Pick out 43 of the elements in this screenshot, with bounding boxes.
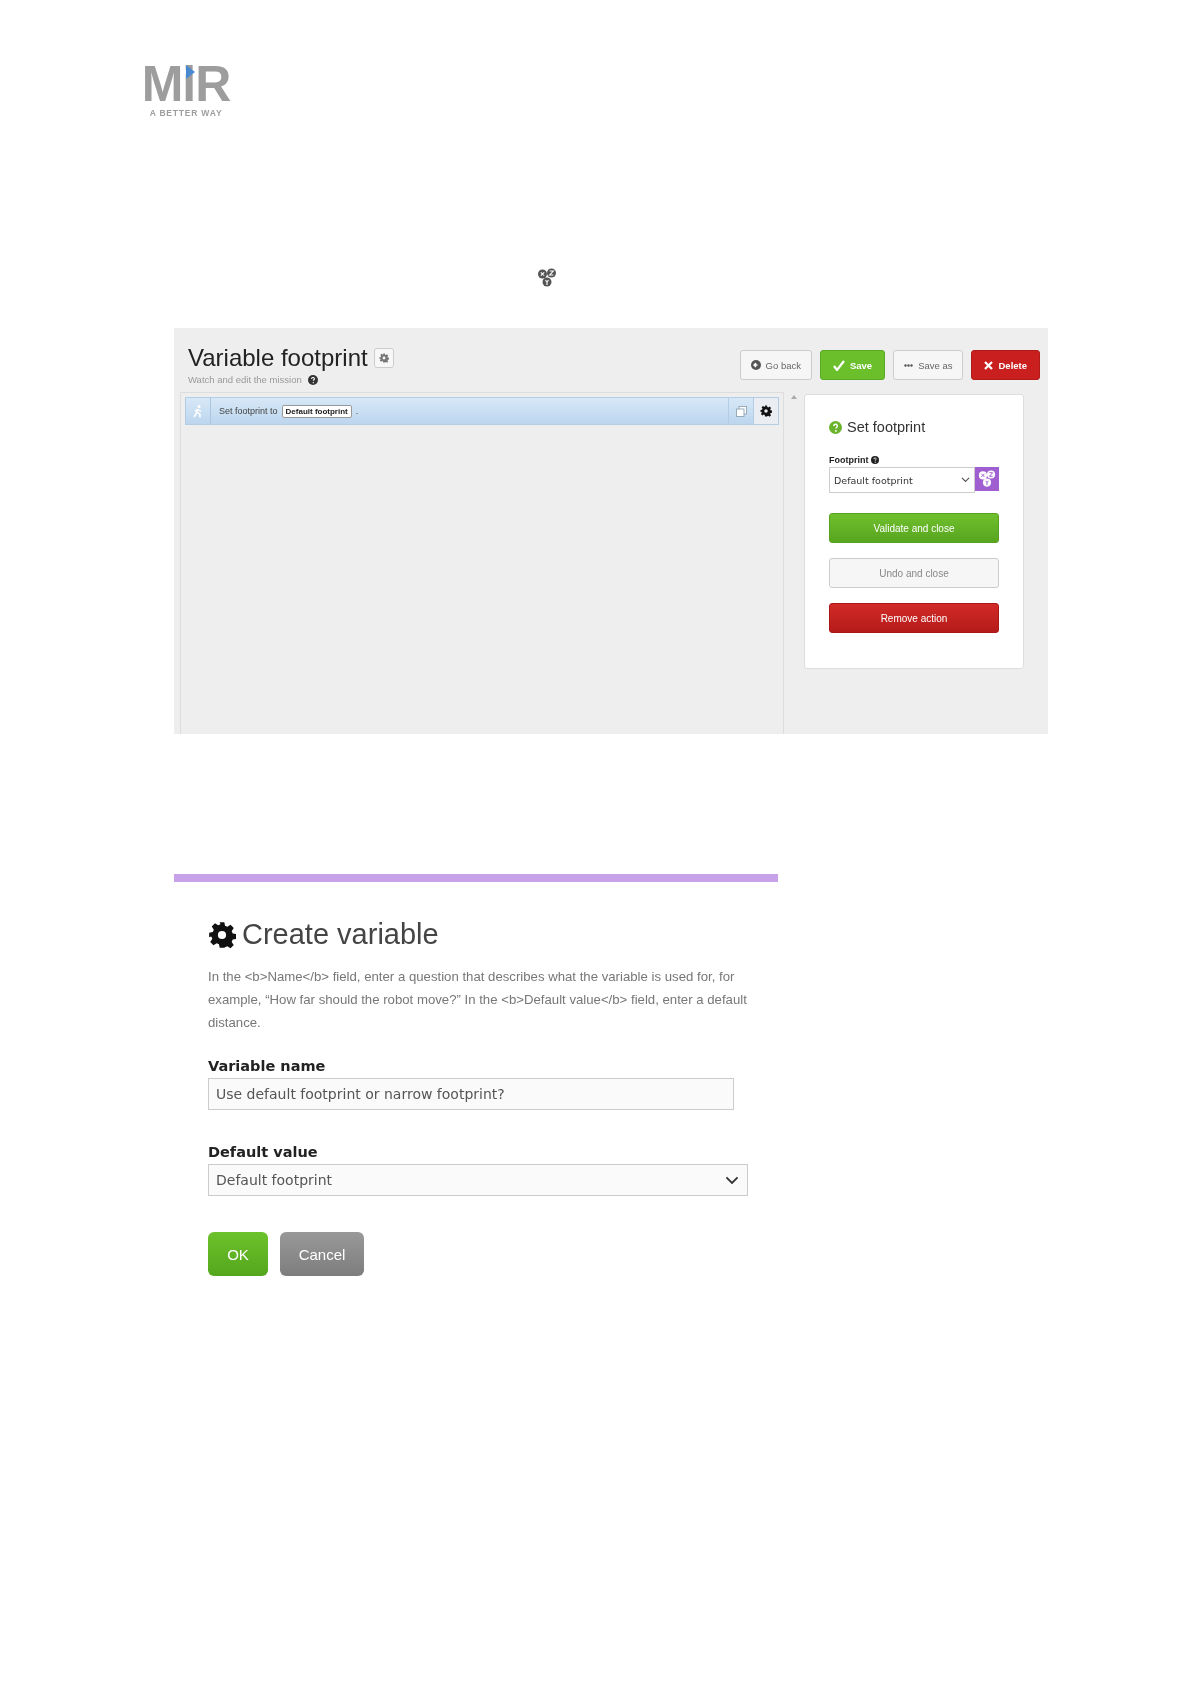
walking-figure-icon [193, 404, 203, 418]
save-as-button[interactable]: Save as [893, 350, 964, 380]
action-text: Set footprint to [219, 406, 278, 416]
help-icon [307, 374, 318, 385]
mission-title: Variable footprint [188, 344, 368, 372]
action-row[interactable]: Set footprint to Default footprint . [185, 397, 779, 425]
field-label: Default value [208, 1144, 319, 1160]
gear-icon [208, 920, 236, 949]
undo-button[interactable]: Undo and close [829, 558, 999, 588]
field-label: Variable name [208, 1058, 327, 1074]
mission-subtitle: Watch and edit the mission [188, 374, 302, 385]
check-icon [832, 359, 845, 371]
help-icon [829, 420, 842, 434]
field-label: Footprint [829, 455, 869, 465]
settings-icon [378, 353, 389, 363]
close-icon [984, 360, 994, 370]
logo: MiR [141, 62, 231, 106]
remove-button[interactable]: Remove action [829, 603, 999, 633]
input-field[interactable]: Use default footprint or narrow footprint? [208, 1078, 734, 1110]
help-icon [870, 456, 879, 464]
chevron-down-icon [961, 477, 970, 483]
logo-tagline: A BETTER WAY [149, 108, 223, 118]
chevron-down-icon [725, 1175, 739, 1185]
cancel-button[interactable]: Cancel [280, 1232, 364, 1276]
settings-icon [760, 405, 772, 417]
dialog-description: In the <b>Name</b> field, enter a question that describes what the variable is used for, for example, “How far should the robot move?” In the <b>Default value</b> field, enter a default distance. [208, 968, 748, 1032]
dialog-title: Create variable [242, 918, 439, 951]
go-back-button[interactable]: Go back [739, 350, 812, 380]
more-icon [904, 363, 914, 367]
action-value[interactable]: Default footprint [281, 404, 352, 418]
footprint-select[interactable]: Default footprint [829, 467, 975, 493]
delete-button[interactable]: Delete [971, 350, 1040, 380]
action-settings-button[interactable] [753, 398, 778, 424]
back-icon [750, 360, 761, 370]
panel-title: Set footprint [847, 419, 926, 435]
xyz-icon [978, 470, 996, 488]
variable-button[interactable] [975, 467, 999, 491]
scroll-up-icon [791, 395, 797, 399]
action-period: . [355, 406, 359, 416]
select-field[interactable]: Default footprint [208, 1164, 748, 1196]
copy-icon [735, 405, 747, 417]
xyz-icon [537, 268, 557, 288]
settings-button[interactable] [373, 348, 394, 368]
